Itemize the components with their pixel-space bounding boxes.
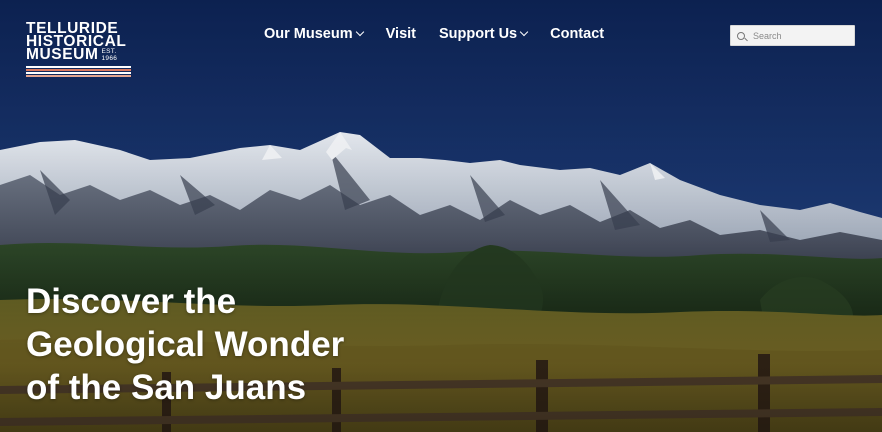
main-navigation: Our Museum Visit Support Us Contact xyxy=(264,26,627,42)
search-input[interactable] xyxy=(753,30,853,41)
nav-item-support-us[interactable]: Support Us xyxy=(438,26,529,42)
hero-headline-line: Geological Wonder xyxy=(26,325,345,364)
nav-item-label: Support Us xyxy=(438,26,518,42)
search-icon[interactable] xyxy=(737,31,745,40)
logo-stripe xyxy=(26,75,131,77)
logo-stripes xyxy=(26,66,131,80)
nav-item-contact[interactable]: Contact xyxy=(550,26,604,42)
chevron-down-icon xyxy=(355,27,364,37)
chevron-down-icon xyxy=(519,27,529,37)
logo-stripe xyxy=(26,72,131,74)
hero-headline-line: Discover the xyxy=(26,282,237,321)
logo-stripe xyxy=(26,66,131,68)
nav-item-label: Contact xyxy=(550,26,605,42)
hero-headline-line: of the San Juans xyxy=(26,368,307,407)
search-box xyxy=(730,25,855,46)
logo-established: EST. 1966 xyxy=(101,48,118,62)
site-logo[interactable]: TELLURIDE HISTORICAL MUSEUM EST. 1966 xyxy=(26,21,134,80)
nav-item-visit[interactable]: Visit xyxy=(386,26,416,42)
logo-est-year: 1966 xyxy=(101,54,118,62)
logo-line-3: MUSEUM xyxy=(26,46,99,63)
nav-item-label: Our Museum xyxy=(264,26,353,42)
nav-item-our-museum[interactable]: Our Museum xyxy=(264,26,364,42)
nav-item-label: Visit xyxy=(385,26,416,42)
logo-stripe xyxy=(26,69,131,71)
logo-line-3-row: MUSEUM EST. 1966 xyxy=(26,46,134,63)
hero-headline: Discover the Geological Wonder of the Sa… xyxy=(26,280,446,409)
